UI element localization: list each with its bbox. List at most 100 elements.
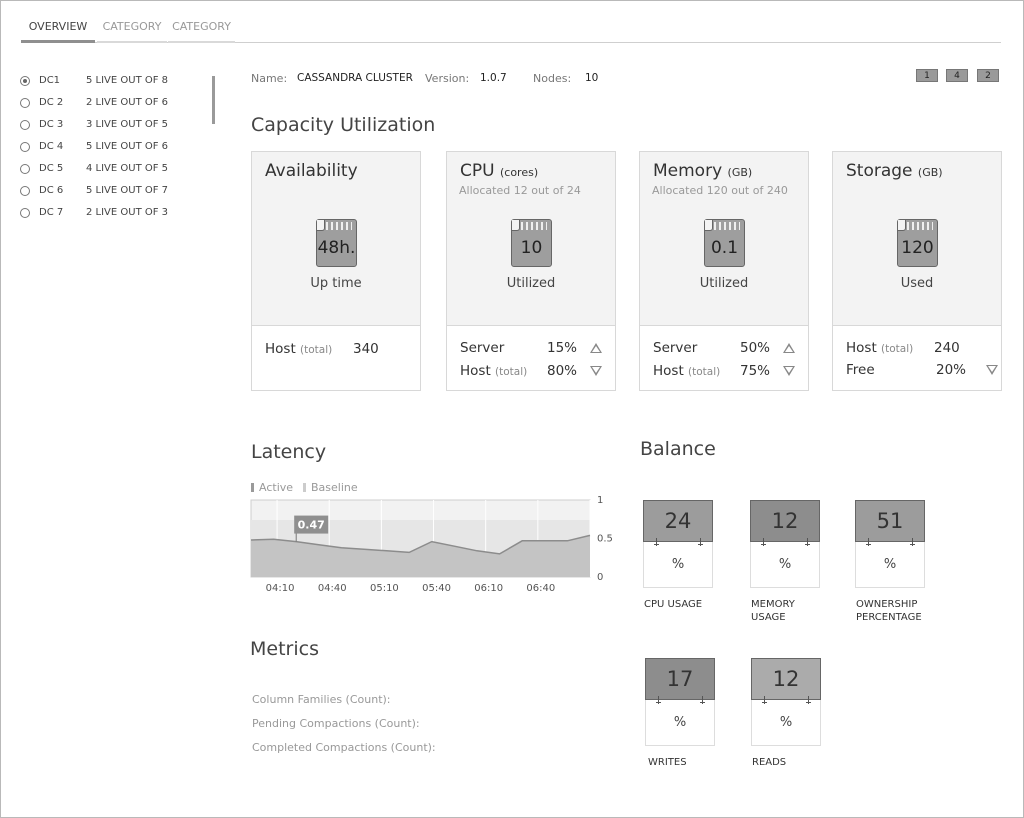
dc-item[interactable]: DC 7 2 LIVE OUT OF 3 (20, 204, 210, 220)
dc-item[interactable]: DC 6 5 LIVE OUT OF 7 (20, 182, 210, 198)
stat-label: Server (653, 340, 698, 356)
chip-notch (705, 220, 713, 231)
chip-notch (317, 220, 325, 231)
balance-value: 12 (772, 667, 800, 691)
trend-down-icon (986, 365, 998, 375)
balance-label-line: READS (752, 757, 787, 768)
balance-ownership-percentage: 51 % (855, 500, 925, 588)
y-tick-label: 1 (597, 495, 603, 506)
version-value: 1.0.7 (480, 72, 507, 84)
stat-label: Host (total) (653, 363, 720, 379)
balance-unit-box: % (751, 696, 821, 746)
balance-unit-box: % (645, 696, 715, 746)
dc-item[interactable]: DC1 5 LIVE OUT OF 8 (20, 72, 210, 88)
dc-live-count: 2 LIVE OUT OF 6 (86, 97, 169, 108)
sidebar-scrollbar[interactable] (212, 76, 215, 124)
chip-pins (907, 222, 933, 230)
balance-label-line: CPU USAGE (644, 599, 703, 610)
card-footer: Host (total) 240 Free 20% (833, 325, 1001, 390)
dc-name: DC 2 (39, 97, 64, 108)
capacity-title: Capacity Utilization (251, 114, 436, 136)
stat-row: Server 50% (653, 340, 798, 358)
stat-label: Server (460, 340, 505, 356)
balance-label: WRITES (648, 756, 687, 769)
balance-value: 51 (876, 509, 904, 533)
radio-icon[interactable] (20, 186, 30, 196)
dc-live-count: 5 LIVE OUT OF 8 (86, 75, 169, 86)
balance-unit-box: % (855, 538, 925, 588)
balance-unit-box: % (750, 538, 820, 588)
latency-chart: 04:10 04:40 05:10 05:40 06:10 06:40 0 0.5 1 0.47 (250, 495, 613, 594)
dc-name: DC1 (39, 75, 61, 86)
trend-up-icon (590, 343, 602, 353)
stat-label: Host (total) (460, 363, 527, 379)
dc-live-count: 4 LIVE OUT OF 5 (86, 163, 169, 174)
tab-overview[interactable]: OVERVIEW (21, 18, 95, 43)
memory-chip-icon: 48h. (316, 219, 357, 267)
radio-icon[interactable] (20, 120, 30, 130)
radio-selected-icon[interactable] (20, 76, 30, 86)
x-tick-label: 06:10 (474, 583, 503, 594)
dc-item[interactable]: DC 2 2 LIVE OUT OF 6 (20, 94, 210, 110)
card-title-text: Availability (265, 161, 358, 181)
balance-label: READS (752, 756, 786, 769)
balance-cpu-usage: 24 % (643, 500, 713, 588)
name-value: CASSANDRA CLUSTER (297, 72, 413, 84)
chip-notch (512, 220, 520, 231)
card-subtitle: Allocated 120 out of 240 (652, 184, 788, 197)
dc-live-count: 5 LIVE OUT OF 6 (86, 141, 169, 152)
pager-button-1[interactable]: 1 (916, 69, 938, 82)
card-title: Storage (GB) (846, 161, 943, 181)
balance-label: OWNERSHIP PERCENTAGE (856, 598, 922, 624)
metrics-title: Metrics (250, 638, 319, 660)
pager-button-2[interactable]: 4 (946, 69, 968, 82)
chip-label: Utilized (699, 276, 749, 291)
name-label: Name: (251, 72, 288, 85)
hook-icon (698, 538, 703, 546)
x-tick-label: 06:40 (526, 583, 555, 594)
radio-icon[interactable] (20, 142, 30, 152)
balance-unit: % (778, 557, 792, 572)
dc-item[interactable]: DC 3 3 LIVE OUT OF 5 (20, 116, 210, 132)
radio-icon[interactable] (20, 98, 30, 108)
memory-chip-icon: 0.1 (704, 219, 745, 267)
balance-title: Balance (640, 438, 716, 460)
metric-pending-compactions: Pending Compactions (Count): (252, 717, 420, 730)
dc-item[interactable]: DC 5 4 LIVE OUT OF 5 (20, 160, 210, 176)
memory-chip-icon: 120 (897, 219, 938, 267)
hook-icon (910, 538, 915, 546)
dc-item[interactable]: DC 4 5 LIVE OUT OF 6 (20, 138, 210, 154)
hook-icon (654, 538, 659, 546)
storage-card: Storage (GB) 120 Used Host (total) 240 F… (832, 151, 1002, 391)
radio-icon[interactable] (20, 208, 30, 218)
card-title: Availability (265, 161, 358, 181)
chip-value: 48h. (317, 238, 356, 258)
card-subtitle: Allocated 12 out of 24 (459, 184, 581, 197)
tab-bar: OVERVIEW CATEGORY CATEGORY (21, 18, 1001, 43)
tab-category-2[interactable]: CATEGORY (168, 18, 235, 43)
balance-unit-box: % (643, 538, 713, 588)
chip-value: 10 (520, 238, 543, 258)
stat-value: 20% (936, 362, 967, 378)
chip-pins (521, 222, 547, 230)
tab-category-1[interactable]: CATEGORY (97, 18, 167, 43)
chip-value: 120 (901, 238, 934, 258)
dc-live-count: 5 LIVE OUT OF 7 (86, 185, 169, 196)
radio-icon[interactable] (20, 164, 30, 174)
cpu-card: CPU (cores) Allocated 12 out of 24 10 Ut… (446, 151, 616, 391)
chip-pins (326, 222, 352, 230)
stat-label-text: Host (265, 341, 296, 357)
x-tick-label: 05:10 (370, 583, 399, 594)
balance-writes: 17 % (645, 658, 715, 746)
card-title: Memory (GB) (653, 161, 752, 181)
nodes-label: Nodes: (533, 72, 572, 85)
metric-completed-compactions: Completed Compactions (Count): (252, 741, 436, 754)
hook-icon (656, 696, 661, 704)
hook-icon (806, 696, 811, 704)
trend-down-icon (783, 366, 795, 376)
chip-pins (714, 222, 740, 230)
stat-row: Host (total) 240 (846, 340, 991, 358)
pager-button-3[interactable]: 2 (977, 69, 999, 82)
hook-icon (762, 696, 767, 704)
stat-row: Host (total) 75% (653, 363, 798, 381)
